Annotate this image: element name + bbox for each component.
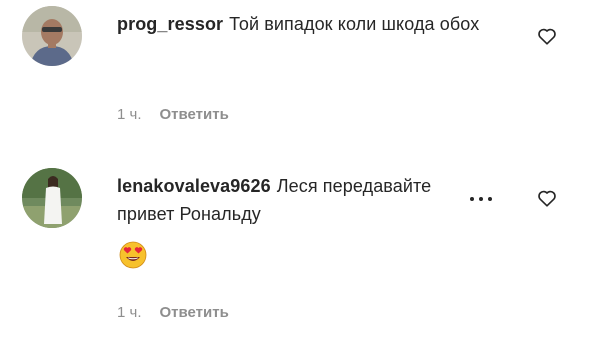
avatar-photo — [22, 6, 82, 66]
comment-meta: 1 ч. Ответить — [117, 304, 229, 321]
avatar-photo — [22, 168, 82, 228]
comment-username[interactable]: prog_ressor — [117, 14, 223, 34]
comment-username[interactable]: lenakovaleva9626 — [117, 176, 271, 196]
more-options-icon[interactable] — [468, 194, 494, 204]
comment-item: lenakovaleva9626 Леся передавайте привет … — [0, 162, 600, 358]
comment-body: Той випадок коли шкода обох — [229, 14, 480, 34]
avatar[interactable] — [22, 168, 82, 228]
reply-button[interactable]: Ответить — [160, 304, 229, 321]
heart-icon[interactable] — [536, 25, 558, 47]
reply-button[interactable]: Ответить — [160, 106, 229, 123]
comment-text: prog_ressor Той випадок коли шкода обох — [117, 10, 497, 38]
comment-time: 1 ч. — [117, 304, 142, 321]
comment-meta: 1 ч. Ответить — [117, 106, 229, 123]
comment-item: prog_ressor Той випадок коли шкода обох 1… — [0, 0, 600, 150]
text-fade-overlay — [386, 192, 478, 218]
heart-icon[interactable] — [536, 187, 558, 209]
comment-time: 1 ч. — [117, 106, 142, 123]
heart-eyes-emoji-icon — [119, 241, 147, 269]
avatar[interactable] — [22, 6, 82, 66]
emoji-heart-eyes — [118, 240, 148, 270]
